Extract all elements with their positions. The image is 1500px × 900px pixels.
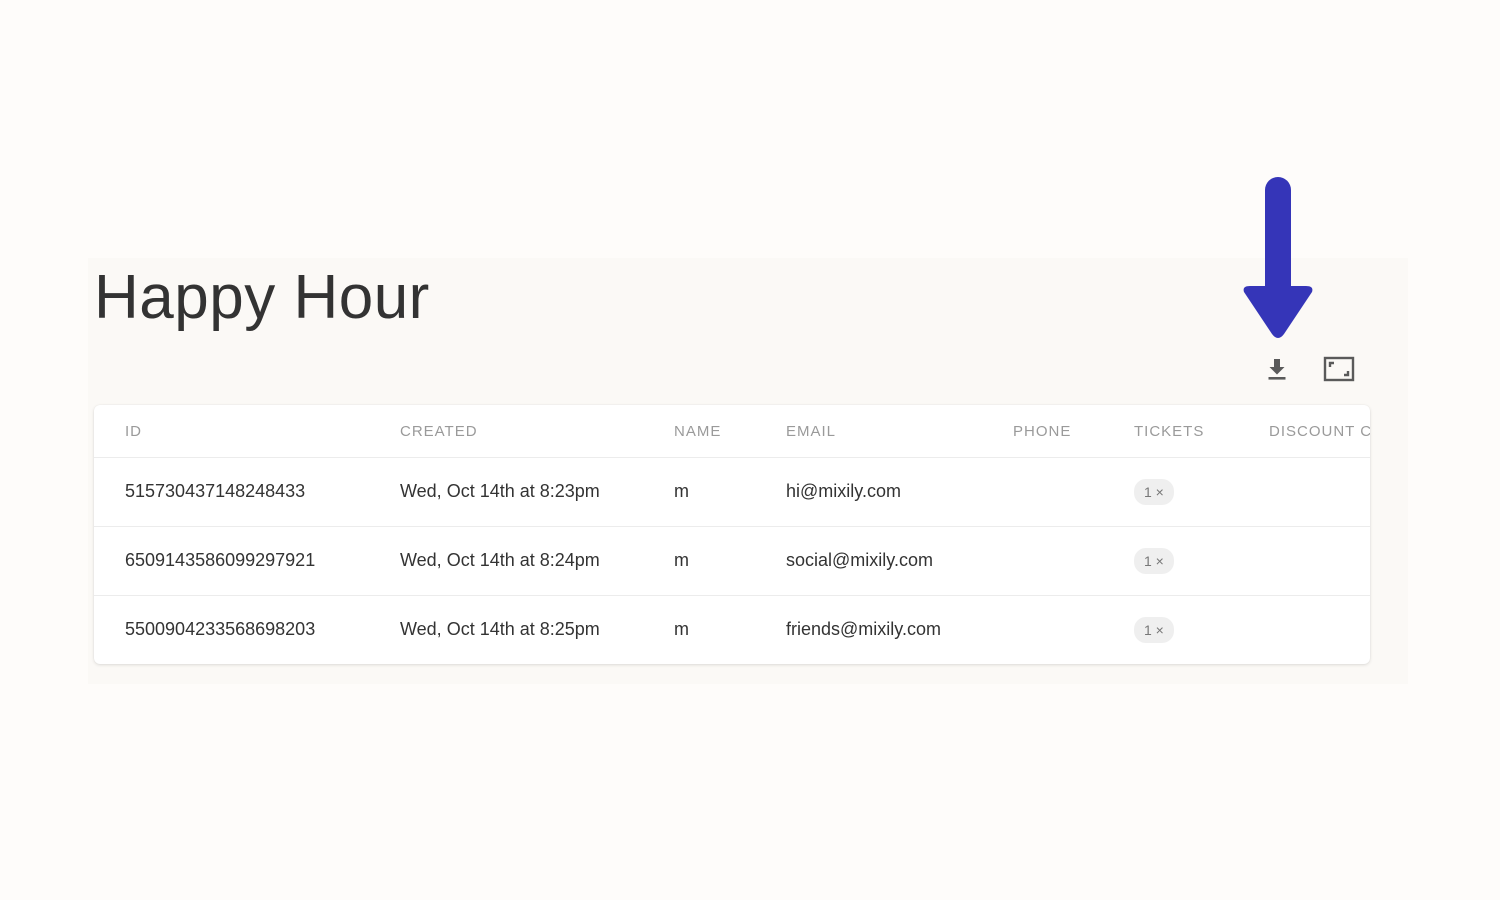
column-header-name[interactable]: NAME: [674, 405, 721, 457]
download-button[interactable]: [1260, 352, 1294, 386]
cell-name: m: [674, 619, 689, 639]
cell-id: 6509143586099297921: [125, 550, 316, 570]
table-row[interactable]: 6509143586099297921 Wed, Oct 14th at 8:2…: [94, 526, 1370, 596]
cell-tickets: 1 ×: [1134, 457, 1174, 526]
cell-email: social@mixily.com: [786, 550, 933, 570]
page-title: Happy Hour: [94, 263, 430, 332]
table-header-row: ID CREATED NAME EMAIL PHONE TICKETS DISC…: [94, 405, 1370, 458]
table-row[interactable]: 5500904233568698203 Wed, Oct 14th at 8:2…: [94, 595, 1370, 664]
cell-name: m: [674, 550, 689, 570]
column-header-created[interactable]: CREATED: [400, 405, 478, 457]
cell-created: Wed, Oct 14th at 8:25pm: [400, 619, 600, 639]
column-header-email[interactable]: EMAIL: [786, 405, 836, 457]
attendees-table: ID CREATED NAME EMAIL PHONE TICKETS DISC…: [94, 405, 1370, 664]
cell-created: Wed, Oct 14th at 8:24pm: [400, 550, 600, 570]
ticket-count-badge: 1 ×: [1134, 547, 1174, 574]
cell-id: 515730437148248433: [125, 481, 306, 501]
cell-name: m: [674, 481, 689, 501]
annotation-arrow: [1243, 177, 1313, 338]
fullscreen-button[interactable]: [1322, 352, 1356, 386]
column-header-tickets[interactable]: TICKETS: [1134, 405, 1204, 457]
table-row[interactable]: 515730437148248433 Wed, Oct 14th at 8:23…: [94, 457, 1370, 527]
cell-email: friends@mixily.com: [786, 619, 941, 639]
ticket-count-badge: 1 ×: [1134, 478, 1174, 505]
ticket-count-badge: 1 ×: [1134, 616, 1174, 643]
cell-tickets: 1 ×: [1134, 526, 1174, 595]
download-icon: [1268, 359, 1286, 380]
cell-id: 5500904233568698203: [125, 619, 316, 639]
column-header-discount[interactable]: DISCOUNT C: [1269, 405, 1370, 457]
cell-email: hi@mixily.com: [786, 481, 901, 501]
column-header-phone[interactable]: PHONE: [1013, 405, 1071, 457]
cell-created: Wed, Oct 14th at 8:23pm: [400, 481, 600, 501]
fullscreen-icon: [1323, 356, 1355, 382]
cell-tickets: 1 ×: [1134, 595, 1174, 664]
column-header-id[interactable]: ID: [125, 405, 142, 457]
